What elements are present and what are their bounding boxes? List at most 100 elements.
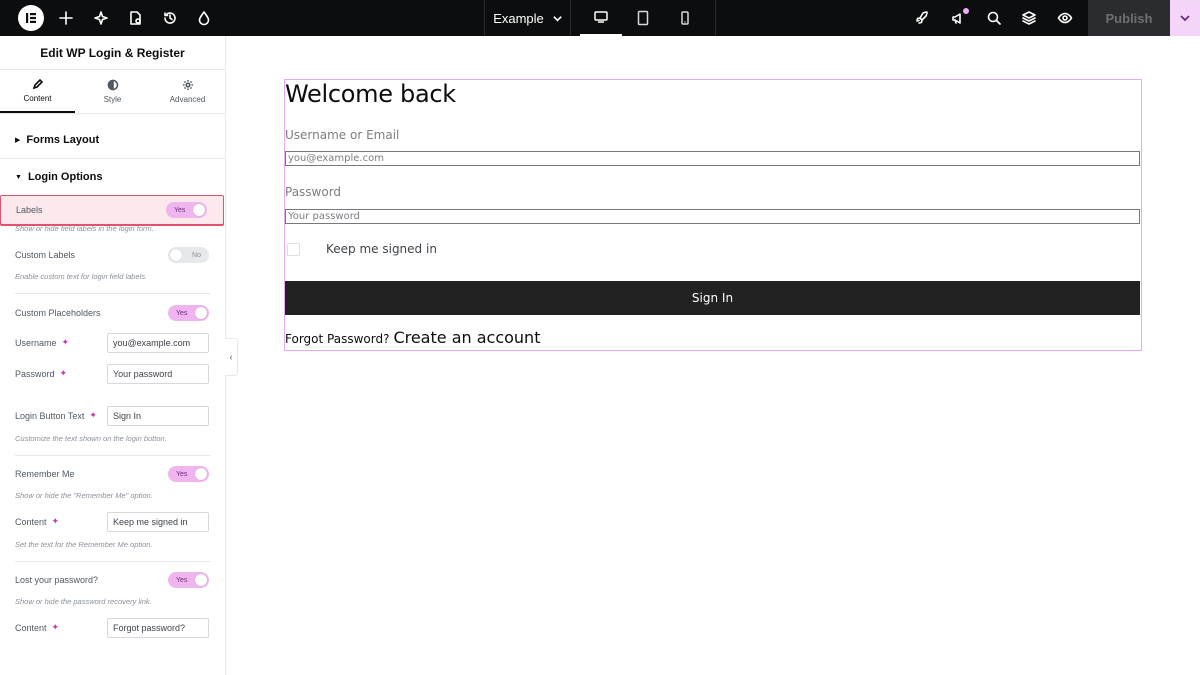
caret-right-icon: ▶: [15, 137, 21, 144]
contrast-icon: [107, 79, 118, 91]
ai-sparkle-icon[interactable]: ✦: [52, 517, 61, 526]
control-password: Password ✦ Your password: [0, 358, 225, 389]
divider: [15, 293, 210, 294]
preview-eye-icon[interactable]: [1053, 6, 1077, 30]
labels-toggle[interactable]: Yes: [166, 202, 207, 218]
lost-password-content-input[interactable]: Forgot password?: [107, 617, 209, 638]
password-placeholder-input[interactable]: Your password: [107, 363, 209, 384]
remember-me-toggle[interactable]: Yes: [168, 466, 209, 482]
custom-placeholders-toggle[interactable]: Yes: [168, 305, 209, 321]
control-label: Labels: [16, 205, 43, 215]
notification-dot: [963, 8, 969, 14]
divider: [484, 0, 485, 36]
username-placeholder-input[interactable]: you@example.com: [107, 332, 209, 353]
forgot-password-link[interactable]: Forgot Password?: [285, 332, 389, 346]
remember-me-label: Keep me signed in: [326, 242, 437, 256]
toggle-knob: [195, 307, 207, 319]
panel-tabs: Content Style Advanced: [0, 70, 225, 114]
control-label: Login Button Text: [15, 410, 85, 421]
structure-layers-icon[interactable]: [1017, 6, 1041, 30]
history-icon[interactable]: [158, 6, 182, 30]
section-login-options[interactable]: ▼ Login Options: [0, 159, 225, 195]
tab-label: Content: [23, 94, 52, 103]
control-label: Custom Labels: [15, 250, 76, 260]
editor-panel: Edit WP Login & Register Content Style A…: [0, 36, 226, 675]
custom-labels-toggle[interactable]: No: [168, 247, 209, 263]
divider: [570, 0, 571, 36]
remember-me-content-input[interactable]: Keep me signed in: [107, 511, 209, 532]
control-lost-password: Lost your password? Yes: [0, 566, 225, 594]
account-links: Forgot Password? Create an account: [285, 328, 540, 347]
ai-sparkle-icon[interactable]: ✦: [60, 369, 69, 378]
toggle-state: No: [192, 251, 201, 259]
tab-content[interactable]: Content: [0, 70, 75, 113]
password-input[interactable]: Your password: [285, 209, 1140, 224]
top-bar: Example Publish: [0, 0, 1200, 36]
control-description: Customize the text shown on the login bu…: [15, 434, 167, 443]
username-label: Username or Email: [285, 128, 400, 142]
launch-rocket-icon[interactable]: [910, 6, 934, 30]
control-label: Username: [15, 337, 57, 348]
chevron-left-icon: ‹: [229, 352, 233, 362]
ai-sparkle-icon[interactable]: ✦: [52, 623, 61, 632]
control-label: Custom Placeholders: [15, 308, 101, 318]
tab-style[interactable]: Style: [75, 70, 150, 113]
divider: [715, 0, 716, 36]
control-description: Enable custom text for login field label…: [15, 272, 148, 281]
control-remember-content: Content ✦ Keep me signed in: [0, 506, 225, 537]
toggle-knob: [193, 204, 205, 216]
caret-down-icon: ▼: [15, 173, 22, 181]
section-title: Login Options: [27, 171, 103, 183]
password-label: Password: [285, 185, 342, 199]
control-description: Set the text for the Remember Me option.: [15, 540, 153, 549]
control-remember-me: Remember Me Yes: [0, 460, 225, 488]
toggle-state: Yes: [174, 206, 186, 214]
elementor-logo-icon[interactable]: [18, 5, 44, 31]
toggle-knob: [170, 249, 182, 261]
collapse-panel-button[interactable]: ‹: [225, 338, 238, 376]
tab-label: Advanced: [169, 95, 206, 104]
site-name: Example: [493, 10, 544, 26]
panel-title: Edit WP Login & Register: [0, 36, 225, 70]
lost-password-toggle[interactable]: Yes: [168, 572, 209, 588]
divider: [15, 561, 210, 562]
remember-me-row: Keep me signed in: [285, 242, 437, 256]
ai-sparkle-icon[interactable]: [89, 6, 113, 30]
toggle-state: Yes: [176, 309, 188, 317]
toggle-state: Yes: [176, 576, 188, 584]
control-labels: Labels Yes: [0, 195, 224, 225]
welcome-heading: Welcome back: [285, 80, 456, 108]
control-label: Content: [15, 622, 47, 633]
site-selector-dropdown[interactable]: Example: [486, 0, 570, 36]
control-label: Password: [15, 368, 55, 379]
chevron-down-icon: [1180, 15, 1190, 22]
section-forms-layout[interactable]: ▶ Forms Layout: [0, 122, 225, 158]
publish-options-button[interactable]: [1170, 0, 1200, 36]
tab-advanced[interactable]: Advanced: [150, 70, 225, 113]
publish-button[interactable]: Publish: [1088, 0, 1170, 36]
control-label: Content: [15, 516, 47, 527]
control-login-button-text: Login Button Text ✦ Sign In: [0, 400, 225, 431]
add-element-icon[interactable]: [54, 6, 78, 30]
search-icon[interactable]: [982, 6, 1006, 30]
mobile-view-icon[interactable]: [664, 0, 706, 36]
ai-sparkle-icon[interactable]: ✦: [62, 338, 71, 347]
login-widget-preview[interactable]: Welcome back Username or Email you@examp…: [284, 79, 1142, 351]
control-username: Username ✦ you@example.com: [0, 327, 225, 358]
ai-sparkle-icon[interactable]: ✦: [89, 411, 98, 420]
chevron-down-icon: [553, 15, 562, 22]
control-custom-labels: Custom Labels No: [0, 241, 225, 269]
create-account-link[interactable]: Create an account: [393, 328, 540, 347]
page-settings-icon[interactable]: [123, 6, 147, 30]
control-description: Show or hide the password recovery link.: [15, 597, 152, 606]
site-styles-icon[interactable]: [192, 6, 216, 30]
pencil-icon: [32, 78, 43, 90]
desktop-view-icon[interactable]: [580, 0, 622, 36]
toggle-knob: [195, 468, 207, 480]
tablet-view-icon[interactable]: [622, 0, 664, 36]
remember-me-checkbox[interactable]: [287, 242, 300, 256]
sign-in-button[interactable]: Sign In: [285, 281, 1140, 315]
login-button-text-input[interactable]: Sign In: [107, 405, 209, 426]
divider: [15, 455, 210, 456]
username-input[interactable]: you@example.com: [285, 151, 1140, 166]
